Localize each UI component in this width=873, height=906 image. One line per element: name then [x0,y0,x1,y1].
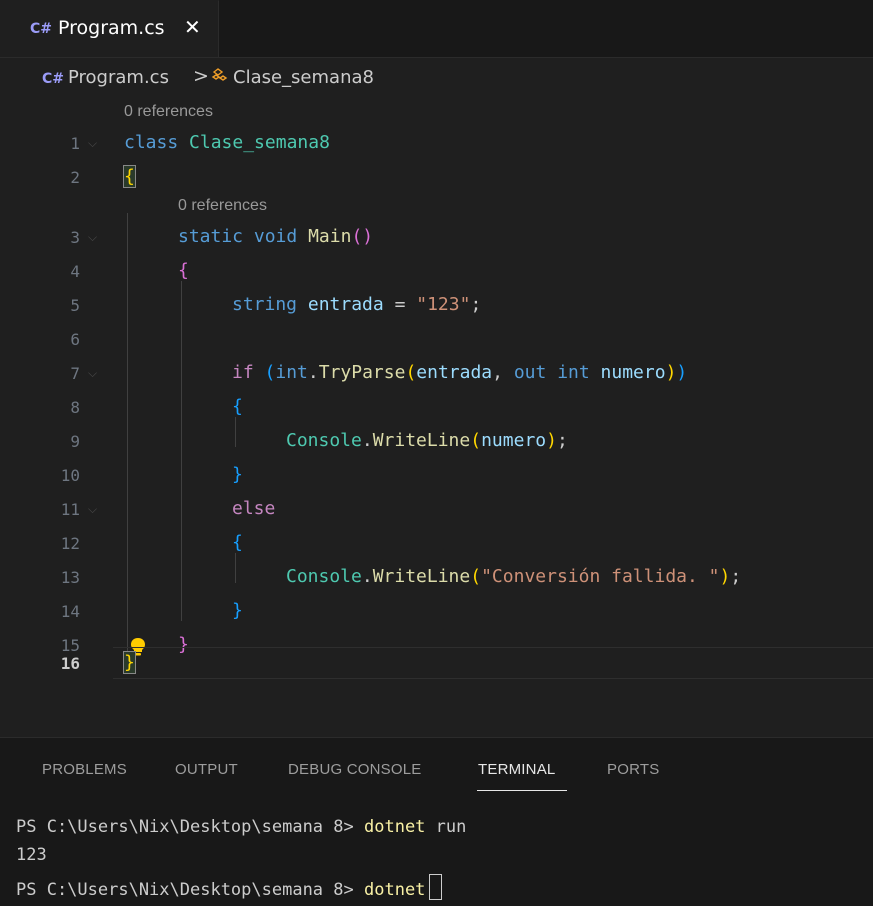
close-icon[interactable]: ✕ [184,15,201,39]
code-line: 11 ⌵ else [0,493,873,527]
breadcrumb-symbol[interactable]: Clase_semana8 [233,67,374,88]
line-number: 7 [70,364,80,383]
code-line: 12 { [0,527,873,561]
csharp-icon: C# [30,21,53,37]
breadcrumb-separator: > [193,65,209,87]
line-number: 2 [70,168,80,187]
code-line: 6 [0,323,873,357]
tab-ports[interactable]: PORTS [607,761,659,778]
code-line: 5 string entrada = "123"; [0,289,873,323]
code-line: 7 ⌵ if (int.TryParse(entrada, out int nu… [0,357,873,391]
line-number: 5 [70,296,80,315]
fold-chevron-icon[interactable]: ⌵ [88,136,97,151]
tab-program-cs[interactable]: C# Program.cs ✕ [0,0,219,57]
line-number: 16 [60,654,80,673]
code-line: 13 Console.WriteLine("Conversión fallida… [0,561,873,595]
terminal-output: 123 [16,845,47,865]
code-line: 2 { [0,161,873,195]
tab-terminal[interactable]: TERMINAL [478,761,555,778]
code-line: 4 { [0,255,873,289]
line-number: 10 [60,466,80,485]
terminal-input-line[interactable]: PS C:\Users\Nix\Desktop\semana 8> dotnet [16,874,443,900]
line-number: 13 [60,568,80,587]
fold-chevron-icon[interactable]: ⌵ [88,230,97,245]
class-symbol-icon [211,67,229,90]
csharp-icon: C# [42,71,65,87]
line-number: 3 [70,228,80,247]
terminal-line: PS C:\Users\Nix\Desktop\semana 8> dotnet… [16,817,467,837]
bottom-panel: PROBLEMS OUTPUT DEBUG CONSOLE TERMINAL P… [0,737,873,906]
codelens-references[interactable]: 0 references [178,197,267,215]
code-line: 9 Console.WriteLine(numero); [0,425,873,459]
code-line: 8 { [0,391,873,425]
line-number: 6 [70,330,80,349]
code-editor[interactable]: 0 references 1 ⌵ class Clase_semana8 2 {… [0,97,873,737]
editor-tab-bar: C# Program.cs ✕ [0,0,873,58]
line-number: 1 [70,134,80,153]
breadcrumb: C# Program.cs > Clase_semana8 [0,57,873,97]
breadcrumb-file[interactable]: Program.cs [68,67,169,88]
line-number: 12 [60,534,80,553]
tab-debug-console[interactable]: DEBUG CONSOLE [288,761,421,778]
tab-label: Program.cs [58,17,165,39]
line-number: 14 [60,602,80,621]
line-number: 11 [60,500,80,519]
code-line: 14 } [0,595,873,629]
tab-output[interactable]: OUTPUT [175,761,238,778]
code-line: 1 ⌵ class Clase_semana8 [0,127,873,161]
tab-problems[interactable]: PROBLEMS [42,761,127,778]
code-line: 10 } [0,459,873,493]
line-number: 4 [70,262,80,281]
code-line-active: 16 } [0,647,873,681]
terminal-cursor [429,874,443,900]
fold-chevron-icon[interactable]: ⌵ [88,502,97,517]
line-number: 8 [70,398,80,417]
codelens-references[interactable]: 0 references [124,103,213,121]
line-number: 9 [70,432,80,451]
fold-chevron-icon[interactable]: ⌵ [88,366,97,381]
active-tab-indicator [477,790,567,791]
code-line: 3 ⌵ static void Main() [0,221,873,255]
